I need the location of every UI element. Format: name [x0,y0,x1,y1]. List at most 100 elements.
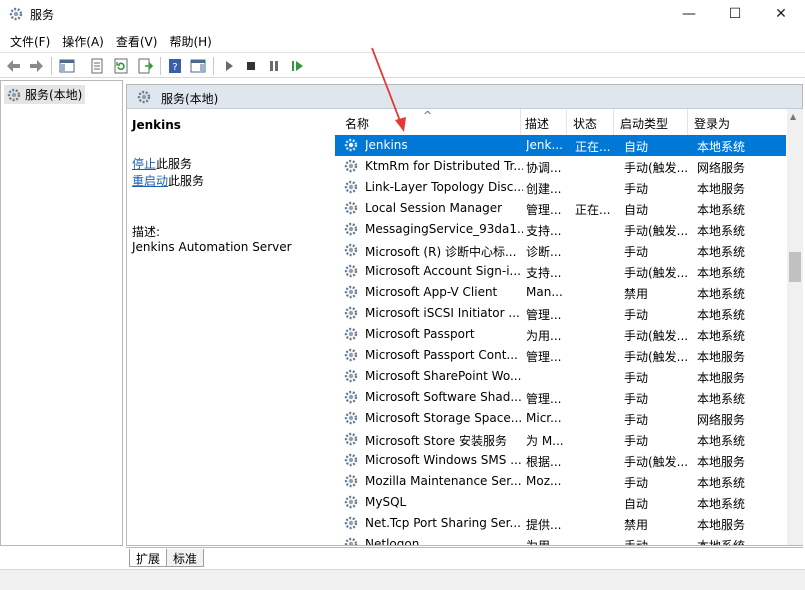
service-logon-cell: 本地系统 [697,224,746,238]
column-header-name[interactable]: 名称 [339,109,521,135]
vertical-scrollbar[interactable]: ▲ [787,109,803,545]
gear-icon [344,474,358,488]
service-name-cell: Local Session Manager [365,201,503,215]
column-header-startup-type[interactable]: 启动类型 [614,109,688,135]
gear-icon [344,180,358,194]
service-description-cell: 为用... [526,329,562,343]
service-logon-cell: 本地系统 [697,245,746,259]
table-row[interactable]: Link-Layer Topology Disc... 创建... 手动 本地服务 [335,177,786,198]
list-header: ^ 名称 描述 状态 启动类型 登录为 [331,109,786,135]
play-icon[interactable] [219,56,239,76]
table-row[interactable]: Microsoft (R) 诊断中心标... 诊断... 手动 本地系统 [335,240,786,261]
service-logon-cell: 本地系统 [697,476,746,490]
service-startup-type-cell: 手动 [624,413,649,427]
table-row[interactable]: Microsoft SharePoint Wo... 手动 本地服务 [335,366,786,387]
gear-icon [344,201,358,215]
service-name-cell: MySQL [365,495,407,509]
pause-icon[interactable] [264,56,284,76]
table-row[interactable]: Microsoft App-V Client Man... 禁用 本地系统 [335,282,786,303]
title-bar: 服务 — ☐ ✕ [0,0,805,28]
tab-extended[interactable]: 扩展 [129,549,168,567]
service-startup-type-cell: 手动(触发... [624,161,689,175]
minimize-button[interactable]: — [666,0,712,28]
column-header-logon-as[interactable]: 登录为 [688,109,786,135]
service-startup-type-cell: 手动 [624,371,649,385]
service-logon-cell: 本地系统 [697,140,746,154]
table-row[interactable]: Microsoft Account Sign-i... 支持... 手动(触发...… [335,261,786,282]
table-row[interactable]: Jenkins Jenk... 正在... 自动 本地系统 [335,135,786,156]
service-startup-type-cell: 手动(触发... [624,224,689,238]
table-row[interactable]: Microsoft Windows SMS ... 根据... 手动(触发... 本地… [335,450,786,471]
service-logon-cell: 网络服务 [697,161,746,175]
menu-view[interactable]: 查看(V) [110,30,164,52]
menu-action[interactable]: 操作(A) [56,30,110,52]
stop-icon[interactable] [241,56,261,76]
service-name-cell: Microsoft App-V Client [365,285,498,299]
forward-arrow-icon[interactable] [26,56,46,76]
main-header-label: 服务(本地) [161,92,219,106]
service-description-cell: 提供... [526,518,562,532]
service-description-cell: 为 M... [526,434,564,448]
details-panel: Jenkins 停止此服务 重启动此服务 描述: Jenkins Automat… [132,115,327,535]
menu-help[interactable]: 帮助(H) [163,30,217,52]
table-row[interactable]: Microsoft Software Shad... 管理... 手动 本地系统 [335,387,786,408]
scrollbar-thumb[interactable] [789,252,801,282]
table-row[interactable]: Microsoft Passport Cont... 管理... 手动(触发... 本… [335,345,786,366]
restart-service-line: 重启动此服务 [132,172,204,189]
service-name-cell: Microsoft SharePoint Wo... [365,369,522,383]
table-row[interactable]: Microsoft Storage Space... Micr... 手动 网络服务 [335,408,786,429]
gear-icon [344,159,358,173]
service-logon-cell: 网络服务 [697,413,746,427]
properties-icon[interactable] [87,56,107,76]
help-icon[interactable]: ? [165,56,185,76]
service-logon-cell: 本地服务 [697,350,746,364]
service-name-cell: MessagingService_93da1... [365,222,523,236]
service-status-cell: 正在... [575,203,611,217]
console-tree: 服务(本地) [0,80,123,546]
table-row[interactable]: MySQL 自动 本地系统 [335,492,786,513]
stop-service-link[interactable]: 停止 [132,157,156,171]
tree-item-services-local[interactable]: 服务(本地) [4,85,86,104]
restart-service-suffix: 此服务 [168,174,205,188]
service-description-cell: 诊断... [526,245,562,259]
table-row[interactable]: Net.Tcp Port Sharing Ser... 提供... 禁用 本地服务 [335,513,786,534]
restart-service-link[interactable]: 重启动 [132,174,168,188]
maximize-button[interactable]: ☐ [712,0,758,28]
close-button[interactable]: ✕ [758,0,804,28]
service-startup-type-cell: 自动 [624,203,649,217]
main-header: 服务(本地) [127,85,802,109]
restart-icon[interactable] [287,56,307,76]
gear-icon [344,138,358,152]
table-row[interactable]: Microsoft iSCSI Initiator ... 管理... 手动 本地系统 [335,303,786,324]
service-name-cell: Microsoft Passport [365,327,475,341]
back-arrow-icon[interactable] [4,56,24,76]
table-row[interactable]: Netlogon 为用... 手动本地系统 [335,534,786,545]
table-row[interactable]: Mozilla Maintenance Ser... Moz... 手动 本地系统 [335,471,786,492]
refresh-icon[interactable] [111,56,131,76]
column-header-status[interactable]: 状态 [567,109,614,135]
service-description-cell: 创建... [526,182,562,196]
table-row[interactable]: KtmRm for Distributed Tr... 协调... 手动(触发...… [335,156,786,177]
column-header-description[interactable]: 描述 [519,109,567,135]
tab-standard[interactable]: 标准 [166,549,205,567]
service-startup-type-cell: 手动 [624,434,649,448]
gear-icon [344,264,358,278]
scroll-up-icon[interactable]: ▲ [790,112,796,121]
description-label: 描述: [132,225,161,239]
show-console-tree-icon[interactable] [57,56,77,76]
table-row[interactable]: Microsoft Store 安装服务 为 M... 手动 本地系统 [335,429,786,450]
gear-icon [344,222,358,236]
gear-icon [137,90,151,104]
export-list-icon[interactable] [135,56,155,76]
service-description-cell: 支持... [526,266,562,280]
gear-icon [344,411,358,425]
menu-file[interactable]: 文件(F) [4,30,56,52]
service-name-cell: Microsoft Passport Cont... [365,348,518,362]
table-row[interactable]: Microsoft Passport 为用... 手动(触发... 本地系统 [335,324,786,345]
gear-icon [344,516,358,530]
table-row[interactable]: MessagingService_93da1... 支持... 手动(触发... 本地… [335,219,786,240]
show-action-pane-icon[interactable] [188,56,208,76]
service-name-cell: KtmRm for Distributed Tr... [365,159,523,173]
table-row[interactable]: Local Session Manager 管理... 正在... 自动 本地系统 [335,198,786,219]
gear-icon [344,285,358,299]
